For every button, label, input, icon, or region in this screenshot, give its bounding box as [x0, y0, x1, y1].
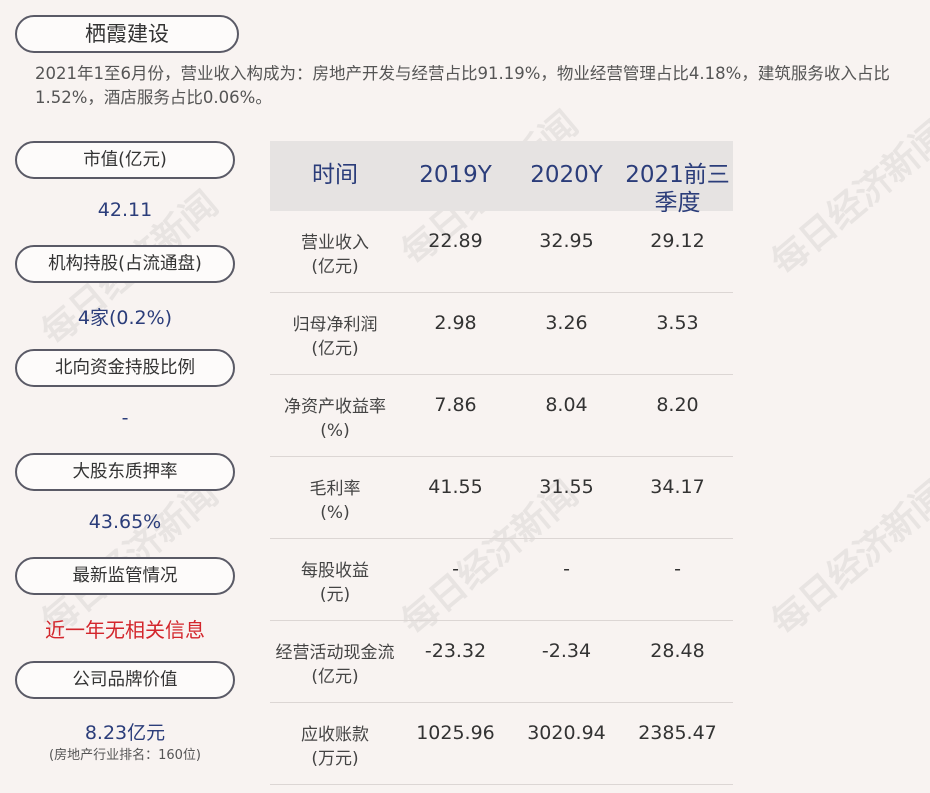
row-value: 32.95 [539, 230, 594, 252]
brand-value-value: 8.23亿元 [84, 722, 166, 744]
row-value: 3.26 [545, 312, 588, 334]
row-label: 经营活动现金流 (亿元) [275, 643, 395, 687]
watermark: 每日经济新闻 [763, 112, 930, 284]
table-header: 时间 2019Y 2020Y 2021前三季度 [270, 141, 733, 216]
row-value: 41.55 [428, 476, 483, 498]
brand-value-label: 公司品牌价值 [15, 661, 235, 699]
regulatory-status-value: 近一年无相关信息 [45, 618, 205, 642]
row-value: 2.98 [434, 312, 477, 334]
row-label: 归母净利润 (亿元) [292, 315, 378, 359]
table-row: 净资产收益率 (%) 7.86 8.04 8.20 [270, 375, 733, 457]
northbound-holding-label: 北向资金持股比例 [15, 349, 235, 387]
header-time: 时间 [312, 162, 358, 188]
row-value: 28.48 [650, 640, 705, 662]
row-value: -23.32 [424, 640, 487, 662]
row-label: 营业收入 (亿元) [301, 233, 369, 277]
row-value: 22.89 [428, 230, 483, 252]
table-row: 归母净利润 (亿元) 2.98 3.26 3.53 [270, 293, 733, 375]
table-row: 毛利率 (%) 41.55 31.55 34.17 [270, 457, 733, 539]
table-row: 经营活动现金流 (亿元) -23.32 -2.34 28.48 [270, 621, 733, 703]
row-value: - [563, 558, 570, 580]
row-label: 应收账款 (万元) [301, 725, 369, 769]
pledge-ratio-label: 大股东质押率 [15, 453, 235, 491]
row-label: 每股收益 (元) [301, 561, 369, 605]
table-row: 应收账款 (万元) 1025.96 3020.94 2385.47 [270, 703, 733, 785]
table-row: 每股收益 (元) - - - [270, 539, 733, 621]
header-2019: 2019Y [419, 162, 492, 188]
row-label: 净资产收益率 (%) [284, 397, 386, 441]
row-value: 3.53 [656, 312, 699, 334]
row-value: 8.04 [545, 394, 588, 416]
market-cap-label: 市值(亿元) [15, 141, 235, 179]
watermark: 每日经济新闻 [763, 472, 930, 644]
row-value: 7.86 [434, 394, 477, 416]
row-value: - [452, 558, 459, 580]
header-2021-q3: 2021前三季度 [625, 162, 730, 216]
market-cap-value: 42.11 [97, 199, 153, 221]
pledge-ratio-value: 43.65% [88, 511, 162, 533]
row-value: 1025.96 [416, 722, 495, 744]
row-value: 29.12 [650, 230, 705, 252]
northbound-holding-value: - [121, 407, 129, 429]
company-title: 栖霞建设 [15, 15, 239, 53]
row-value: 31.55 [539, 476, 594, 498]
row-value: 34.17 [650, 476, 705, 498]
row-value: 2385.47 [638, 722, 717, 744]
row-value: 3020.94 [527, 722, 606, 744]
row-value: 8.20 [656, 394, 699, 416]
institutional-holding-value: 4家(0.2%) [77, 307, 173, 329]
revenue-composition-text: 2021年1至6月份，营业收入构成为：房地产开发与经营占比91.19%，物业经营… [35, 64, 890, 107]
financial-table: 时间 2019Y 2020Y 2021前三季度 营业收入 (亿元) 22.89 32… [270, 141, 733, 785]
table-row: 营业收入 (亿元) 22.89 32.95 29.12 [270, 211, 733, 293]
brand-rank-note: (房地产行业排名：160位) [49, 748, 201, 763]
row-value: - [674, 558, 681, 580]
row-value: -2.34 [541, 640, 592, 662]
row-label: 毛利率 (%) [309, 479, 361, 523]
regulatory-status-label: 最新监管情况 [15, 557, 235, 595]
institutional-holding-label: 机构持股(占流通盘) [15, 245, 235, 283]
header-2020: 2020Y [530, 162, 603, 188]
